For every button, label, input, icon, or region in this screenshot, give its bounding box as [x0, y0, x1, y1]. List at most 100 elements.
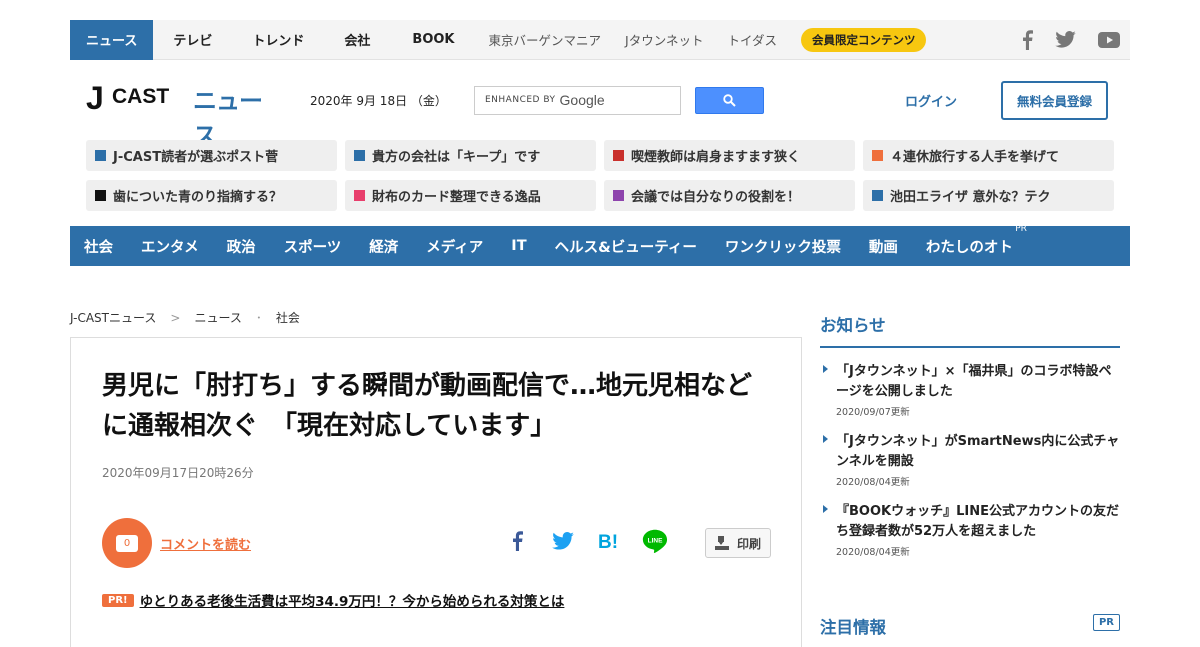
category-label: ヘルス&ビューティー: [554, 239, 697, 256]
notice-title: 「Jタウンネット」×「福井県」のコラボ特設ページを公開しました: [836, 364, 1112, 399]
triangle-bullet-icon: [823, 505, 828, 513]
category-media[interactable]: メディア: [426, 236, 483, 257]
category-label: 政治: [226, 239, 256, 256]
pickup-link[interactable]: 財布のカード整理できる逸品: [345, 180, 596, 211]
svg-text:LINE: LINE: [648, 538, 663, 545]
pr-badge: PR: [1092, 614, 1120, 631]
category-label: エンタメ: [141, 239, 199, 256]
top-nav-bar: ニュース テレビ トレンド 会社 BOOK 東京バーゲンマニア Jタウンネット …: [70, 19, 1130, 60]
pickup-link[interactable]: J-CAST読者が選ぶポスト菅: [86, 140, 337, 171]
featured-heading-label: 注目情報: [820, 618, 886, 637]
category-economy[interactable]: 経済: [369, 236, 398, 257]
notice-date: 2020/09/07更新: [836, 407, 910, 418]
category-label: ワンクリック投票: [724, 239, 841, 256]
search-input[interactable]: ENHANCED BY Google: [474, 85, 681, 115]
jcast-news-logo[interactable]: J CAST ニュース: [86, 78, 276, 150]
breadcrumb-separator-icon: >: [170, 310, 181, 325]
pickup-link[interactable]: 喫煙教師は肩身ますます狭く: [604, 140, 855, 171]
bullet-square-icon: [872, 150, 883, 161]
sidebar-heading-notices: お知らせ: [820, 312, 1120, 348]
category-nav: 社会 エンタメ 政治 スポーツ 経済 メディア IT ヘルス&ビューティー ワン…: [70, 224, 1130, 266]
bullet-square-icon: [354, 150, 365, 161]
topnav-tab-bargain[interactable]: 東京バーゲンマニア: [477, 20, 614, 60]
pickup-link[interactable]: 会議では自分なりの役割を！: [604, 180, 855, 211]
category-politics[interactable]: 政治: [227, 236, 256, 257]
pickup-link[interactable]: 歯についた青のり指摘する？: [86, 180, 337, 211]
category-watashi-no-oto[interactable]: わたしのオト PR: [925, 224, 1027, 257]
pickup-link[interactable]: 池田エライザ 意外な？テク: [863, 180, 1114, 211]
breadcrumb-society[interactable]: 社会: [276, 309, 300, 326]
line-share-icon[interactable]: LINE: [642, 528, 668, 554]
article-card: 男児に「肘打ち」する瞬間が動画配信で…地元児相などに通報相次ぐ 「現在対応してい…: [70, 337, 802, 647]
category-video[interactable]: 動画: [869, 236, 898, 257]
share-buttons: B! LINE: [504, 528, 668, 554]
notice-title: 「Jタウンネット」がSmartNews内に公式チャンネルを開設: [836, 434, 1120, 469]
bullet-square-icon: [354, 190, 365, 201]
member-content-button[interactable]: 会員限定コンテンツ: [800, 27, 927, 52]
youtube-icon[interactable]: [1098, 31, 1120, 48]
topnav-tab-book[interactable]: BOOK: [390, 20, 476, 60]
breadcrumb-home[interactable]: J-CASTニュース: [70, 309, 156, 326]
pr-ad-link[interactable]: ゆとりある老後生活費は平均34.9万円！？今から始められる対策とは: [140, 590, 565, 610]
category-entertainment[interactable]: エンタメ: [141, 236, 199, 257]
topnav-tab-company[interactable]: 会社: [324, 20, 390, 60]
category-society[interactable]: 社会: [84, 236, 113, 257]
category-label: スポーツ: [283, 239, 342, 256]
category-one-click-vote[interactable]: ワンクリック投票: [725, 236, 841, 257]
bullet-square-icon: [872, 190, 883, 201]
sidebar: お知らせ 「Jタウンネット」×「福井県」のコラボ特設ページを公開しました 202…: [820, 312, 1120, 637]
notice-item[interactable]: 「Jタウンネット」×「福井県」のコラボ特設ページを公開しました 2020/09/…: [820, 362, 1120, 418]
category-label: 社会: [84, 239, 113, 256]
pr-badge: PR!: [102, 593, 134, 607]
bullet-square-icon: [95, 190, 106, 201]
category-label: IT: [511, 238, 527, 254]
category-label: わたしのオト: [925, 239, 1013, 256]
category-health-beauty[interactable]: ヘルス&ビューティー: [555, 236, 697, 257]
category-label: メディア: [426, 239, 484, 256]
search-enhanced-label: ENHANCED BY: [485, 95, 556, 105]
notice-date: 2020/08/04更新: [836, 547, 910, 558]
pickup-link[interactable]: 貴方の会社は「キープ」です: [345, 140, 596, 171]
site-search: ENHANCED BY Google: [474, 85, 764, 115]
social-links: [1021, 29, 1130, 50]
twitter-share-icon[interactable]: [550, 528, 576, 554]
notice-date: 2020/08/04更新: [836, 477, 910, 488]
article-title: 男児に「肘打ち」する瞬間が動画配信で…地元児相などに通報相次ぐ 「現在対応してい…: [102, 371, 753, 441]
notice-item[interactable]: 「Jタウンネット」がSmartNews内に公式チャンネルを開設 2020/08/…: [820, 432, 1120, 488]
logo-j: J: [86, 80, 104, 116]
pickup-label: J-CAST読者が選ぶポスト菅: [113, 150, 279, 165]
free-signup-button[interactable]: 無料会員登録: [1001, 80, 1109, 120]
pickup-label: 会議では自分なりの役割を！: [631, 190, 801, 205]
hatena-bookmark-icon[interactable]: B!: [596, 528, 622, 554]
site-header: J CAST ニュース 2020年 9月 18日 （金） ENHANCED BY…: [70, 78, 1130, 150]
comment-count-button[interactable]: 0: [102, 518, 152, 568]
read-comments-link[interactable]: コメントを読む: [160, 534, 251, 553]
pickup-label: ４連休旅行する人手を挙げて: [890, 150, 1060, 165]
login-link[interactable]: ログイン: [905, 91, 957, 110]
pr-badge: PR: [1015, 223, 1027, 234]
notice-item[interactable]: 『BOOKウォッチ』LINE公式アカウントの友だち登録者数が52万人を超えました…: [820, 502, 1120, 558]
breadcrumb-news[interactable]: ニュース: [194, 309, 241, 326]
print-button[interactable]: 印刷: [705, 528, 771, 558]
facebook-share-icon[interactable]: [504, 528, 530, 554]
topnav-tab-toidas[interactable]: トイダス: [715, 20, 789, 60]
topnav-tab-jtown[interactable]: Jタウンネット: [613, 20, 715, 60]
category-it[interactable]: IT: [511, 238, 526, 254]
facebook-icon[interactable]: [1021, 29, 1033, 50]
category-label: 動画: [868, 239, 898, 256]
topnav-tab-trend[interactable]: トレンド: [232, 20, 324, 60]
current-date: 2020年 9月 18日 （金）: [310, 93, 447, 108]
breadcrumb-separator-icon: ･: [255, 311, 262, 325]
pickup-label: 貴方の会社は「キープ」です: [372, 150, 541, 165]
search-google-label: Google: [559, 92, 605, 108]
topnav-tab-tv[interactable]: テレビ: [153, 20, 232, 60]
pickup-link[interactable]: ４連休旅行する人手を挙げて: [863, 140, 1114, 171]
pr-ad-line: PR! ゆとりある老後生活費は平均34.9万円！？今から始められる対策とは: [102, 590, 564, 610]
search-icon: [723, 93, 736, 107]
sidebar-heading-featured: 注目情報 PR: [820, 614, 1120, 638]
category-sports[interactable]: スポーツ: [284, 236, 342, 257]
twitter-icon[interactable]: [1055, 31, 1076, 48]
pickup-links: J-CAST読者が選ぶポスト菅 貴方の会社は「キープ」です 喫煙教師は肩身ますま…: [70, 140, 1130, 211]
topnav-tab-news[interactable]: ニュース: [70, 19, 154, 60]
search-button[interactable]: [695, 86, 764, 114]
